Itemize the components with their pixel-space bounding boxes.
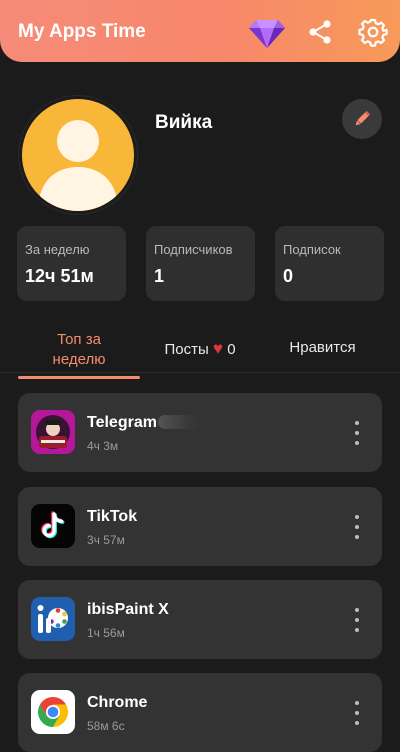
tab-top-week-line1: Топ за [57, 331, 101, 348]
active-tab-indicator [18, 376, 140, 379]
pencil-icon [355, 110, 371, 126]
app-title: My Apps Time [18, 21, 146, 42]
tab-likes[interactable]: Нравится [275, 339, 370, 356]
app-card-telegram[interactable]: Telegram 4ч 3м [18, 393, 382, 472]
app-time: 58м 6с [87, 719, 125, 733]
stat-following-label: Подписок [283, 242, 341, 257]
app-card-ibispaint[interactable]: ibisPaint X 1ч 56м [18, 580, 382, 659]
tabs-divider [0, 372, 400, 373]
user-silhouette-icon [38, 120, 118, 211]
gear-icon[interactable] [358, 17, 388, 47]
more-options-icon[interactable] [346, 421, 368, 445]
chrome-app-icon [31, 690, 75, 734]
stat-week-value: 12ч 51м [25, 266, 94, 286]
diamond-icon[interactable] [248, 14, 286, 50]
stat-following-value: 0 [283, 266, 294, 286]
app-header: My Apps Time [0, 0, 400, 62]
app-time: 3ч 57м [87, 533, 125, 547]
edit-profile-button[interactable] [342, 99, 382, 139]
stat-followers-value: 1 [154, 266, 165, 286]
telegram-app-icon [31, 410, 75, 454]
stat-week-card: За неделю 12ч 51м [17, 226, 126, 301]
name-smudge [158, 415, 202, 429]
more-options-icon[interactable] [346, 701, 368, 725]
more-options-icon[interactable] [346, 515, 368, 539]
app-card-tiktok[interactable]: TikTok 3ч 57м [18, 487, 382, 566]
profile-name: Вийка [155, 112, 213, 133]
tab-posts-label: Посты [164, 341, 209, 358]
avatar[interactable] [19, 96, 137, 214]
stat-week-label: За неделю [25, 242, 90, 257]
share-icon[interactable] [307, 19, 333, 45]
app-name: ibisPaint X [87, 601, 169, 618]
profile-tabs: Топ за неделю Посты ♥ 0 Нравится [0, 322, 400, 379]
app-name: Chrome [87, 694, 148, 711]
app-name: TikTok [87, 508, 138, 525]
app-name: Telegram [87, 414, 157, 431]
ibispaint-app-icon [31, 597, 75, 641]
heart-icon: ♥ [212, 339, 224, 358]
tab-top-week-line2: неделю [52, 351, 106, 368]
tab-likes-label: Нравится [289, 339, 356, 356]
tab-posts-count: 0 [227, 341, 236, 358]
app-card-chrome[interactable]: Chrome 58м 6с [18, 673, 382, 752]
stat-followers-card[interactable]: Подписчиков 1 [146, 226, 255, 301]
stat-followers-label: Подписчиков [154, 242, 233, 257]
tiktok-app-icon [31, 504, 75, 548]
stat-following-card[interactable]: Подписок 0 [275, 226, 384, 301]
app-time: 1ч 56м [87, 626, 125, 640]
app-time: 4ч 3м [87, 439, 119, 453]
tab-top-week[interactable]: Топ за неделю [18, 330, 140, 379]
tab-posts[interactable]: Посты ♥ 0 [150, 339, 250, 359]
more-options-icon[interactable] [346, 608, 368, 632]
